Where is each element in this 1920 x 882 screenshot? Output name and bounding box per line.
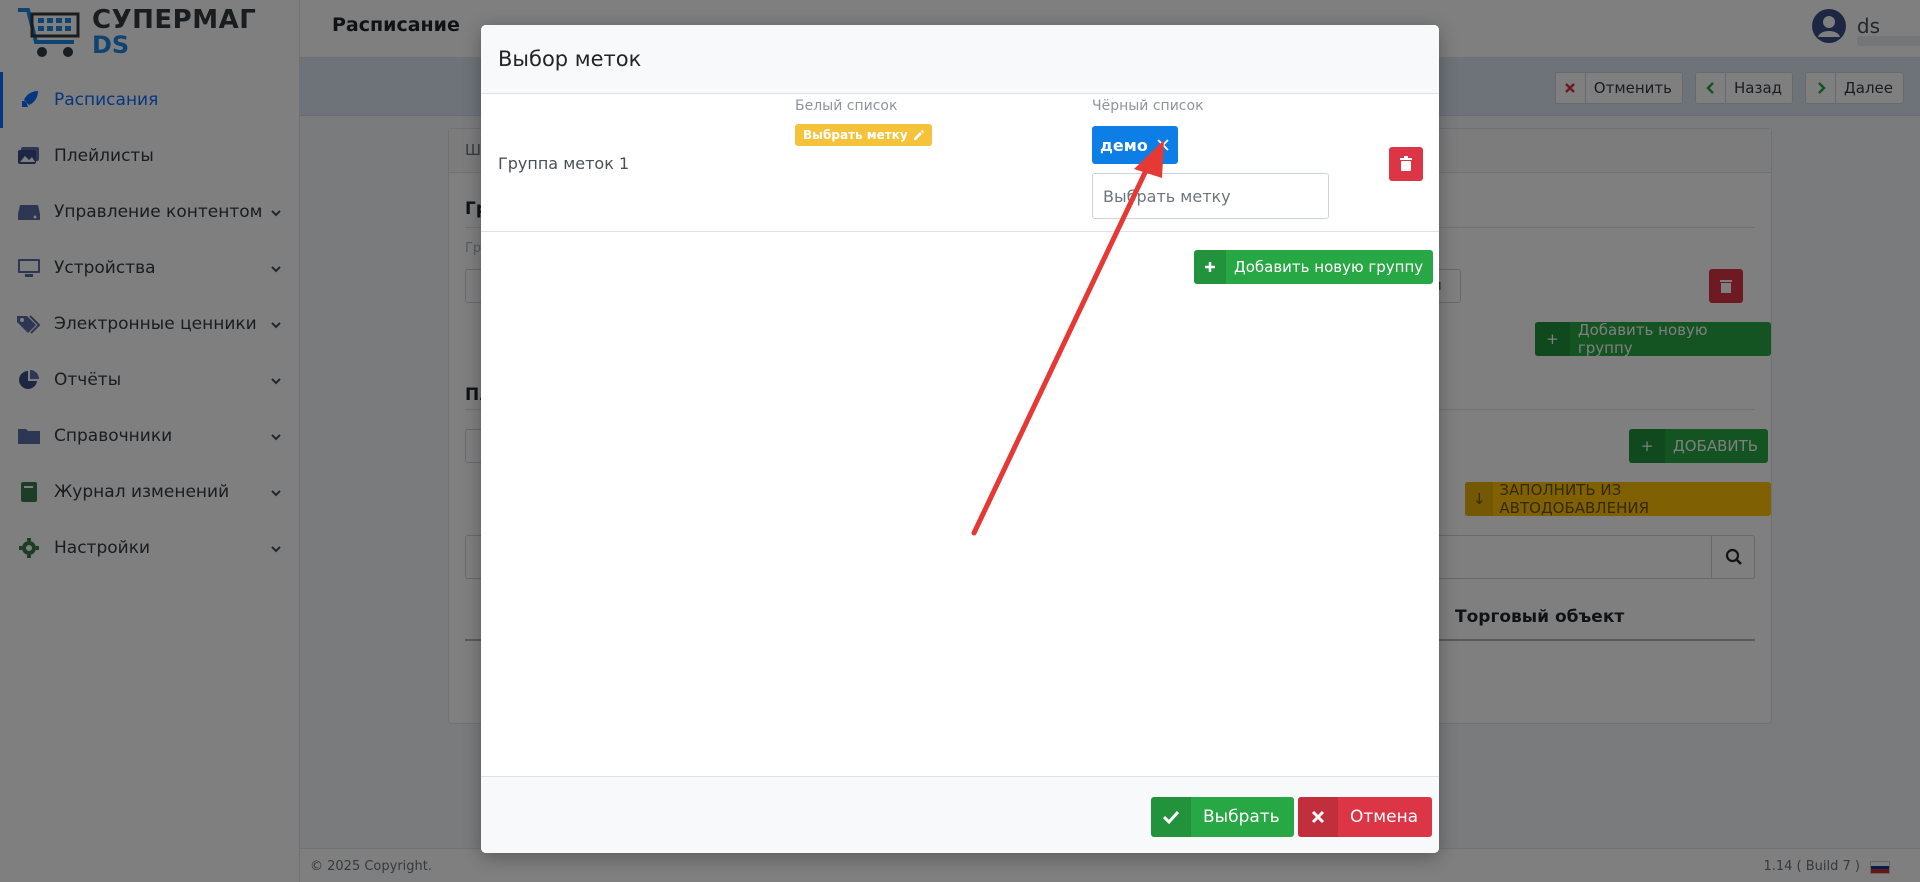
black-list-tag-chip: демо <box>1092 126 1178 164</box>
modal-title: Выбор меток <box>481 25 1439 94</box>
black-list-label: Чёрный список <box>1092 98 1204 114</box>
group-name: Группа меток 1 <box>498 154 630 173</box>
choose-button[interactable]: Выбрать <box>1151 797 1294 837</box>
delete-group-button[interactable] <box>1389 147 1423 181</box>
remove-tag-icon[interactable] <box>1156 138 1170 152</box>
modal-footer: Выбрать Отмена <box>481 776 1439 853</box>
pick-tag-label: Выбрать метку <box>803 128 908 142</box>
tag-selection-modal: Выбор меток Группа меток 1 Белый список … <box>481 25 1439 853</box>
tag-chip-label: демо <box>1100 135 1148 155</box>
check-icon <box>1151 797 1191 837</box>
modal-cancel-label: Отмена <box>1350 807 1419 827</box>
modal-cancel-button[interactable]: Отмена <box>1298 797 1433 837</box>
plus-icon <box>1194 250 1226 284</box>
pencil-icon <box>913 129 924 140</box>
add-new-group-button[interactable]: Добавить новую группу <box>1194 250 1434 284</box>
black-list-tag-input[interactable] <box>1092 173 1329 219</box>
trash-icon <box>1400 156 1412 171</box>
white-list-label: Белый список <box>795 98 898 114</box>
white-list-pick-tag-button[interactable]: Выбрать метку <box>795 124 932 146</box>
choose-label: Выбрать <box>1203 807 1280 827</box>
close-icon <box>1298 797 1338 837</box>
add-group-label: Добавить новую группу <box>1234 258 1424 276</box>
